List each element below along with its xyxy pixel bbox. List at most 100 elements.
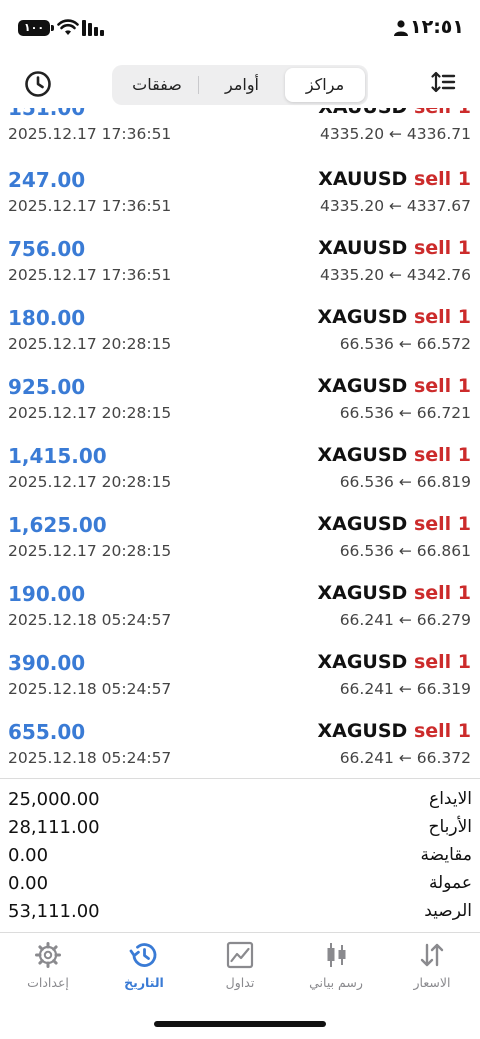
segmented-control: مراكز أوامر صفقات [112,65,368,105]
signal-icon [82,20,104,36]
position-row[interactable]: 1,415.00 2025.12.17 20:28:15 XAGUSD sell… [0,444,480,513]
summary-value: 0.00 [8,873,49,894]
position-prices: 4335.20 ← 4336.71 [319,125,471,143]
summary-row-swap: 0.00 مقايضة [0,842,480,870]
position-datetime: 2025.12.17 20:28:15 [8,335,172,353]
summary-value: 28,111.00 [8,817,100,838]
summary-label: الرصيد [424,901,472,921]
summary-divider [0,778,480,779]
tab-history[interactable]: التاريخ [96,941,192,1001]
position-symbol: XAGUSD sell 1 [317,513,471,535]
position-profit: 180.00 [8,306,86,330]
position-prices: 66.536 ← 66.572 [339,335,471,353]
position-side: sell 1 [413,582,471,604]
summary-value: 25,000.00 [8,789,100,810]
position-side: sell 1 [413,513,471,535]
position-profit: 190.00 [8,582,86,606]
position-prices: 4335.20 ← 4337.67 [319,197,471,215]
position-prices: 66.536 ← 66.819 [339,473,471,491]
position-side: sell 1 [413,720,471,742]
position-profit: 655.00 [8,720,86,744]
symbol-name: XAGUSD [317,375,408,397]
tab-settings[interactable]: إعدادات [0,941,96,1001]
position-profit: 390.00 [8,651,86,675]
position-symbol: XAGUSD sell 1 [317,720,471,742]
summary-row-balance: 53,111.00 الرصيد [0,898,480,926]
position-row[interactable]: 247.00 2025.12.17 17:36:51 XAUUSD sell 1… [0,168,480,237]
position-row[interactable]: 925.00 2025.12.17 20:28:15 XAGUSD sell 1… [0,375,480,444]
position-datetime: 2025.12.17 17:36:51 [8,266,172,284]
header: مراكز أوامر صفقات [0,58,480,108]
symbol-name: XAGUSD [317,513,408,535]
position-row[interactable]: 655.00 2025.12.18 05:24:57 XAGUSD sell 1… [0,720,480,778]
position-row[interactable]: 756.00 2025.12.17 17:36:51 XAUUSD sell 1… [0,237,480,306]
tab-chart[interactable]: رسم بياني [288,941,384,1001]
position-symbol: XAGUSD sell 1 [317,651,471,673]
position-side: sell 1 [413,444,471,466]
summary-label: عمولة [428,873,472,893]
position-prices: 4335.20 ← 4342.76 [319,266,471,284]
symbol-name: XAGUSD [317,651,408,673]
clock-icon[interactable] [24,70,52,98]
position-datetime: 2025.12.17 20:28:15 [8,542,172,560]
position-datetime: 2025.12.18 05:24:57 [8,749,172,767]
position-symbol: XAGUSD sell 1 [317,375,471,397]
position-symbol: XAUUSD sell 1 [318,237,471,259]
position-prices: 66.241 ← 66.372 [339,749,471,767]
symbol-name: XAGUSD [317,720,408,742]
position-symbol: XAGUSD sell 1 [317,306,471,328]
position-row[interactable]: 390.00 2025.12.18 05:24:57 XAGUSD sell 1… [0,651,480,720]
positions-list[interactable]: 151.00 2025.12.17 17:36:51 XAUUSD sell 1… [0,108,480,778]
summary-label: الأرباح [428,817,472,837]
summary-row-deposit: 25,000.00 الايداع [0,786,480,814]
sort-icon[interactable] [430,70,456,96]
summary-label: الايداع [429,789,472,809]
chart-icon [226,941,254,969]
history-icon [129,943,157,967]
symbol-name: XAUUSD [318,108,407,118]
position-profit: 247.00 [8,168,86,192]
home-indicator[interactable] [154,1021,326,1027]
position-profit: 1,415.00 [8,444,107,468]
tab-trade[interactable]: تداول [192,941,288,1001]
position-row[interactable]: 151.00 2025.12.17 17:36:51 XAUUSD sell 1… [0,108,480,165]
position-datetime: 2025.12.17 17:36:51 [8,125,172,143]
position-datetime: 2025.12.17 20:28:15 [8,404,172,422]
position-side: sell 1 [413,375,471,397]
position-side: sell 1 [413,651,471,673]
segment-positions[interactable]: مراكز [285,68,365,102]
gear-icon [35,942,61,968]
segment-deals[interactable]: صفقات [115,68,199,102]
position-prices: 66.241 ← 66.279 [339,611,471,629]
tab-label: رسم بياني [309,975,363,990]
tab-label: الاسعار [413,975,451,990]
position-datetime: 2025.12.17 20:28:15 [8,473,172,491]
position-symbol: XAGUSD sell 1 [317,582,471,604]
status-bar: ١٠٠ ١٢:٥١ [0,0,480,58]
position-side: sell 1 [413,237,471,259]
summary-label: مقايضة [420,845,472,865]
tab-label: تداول [225,975,255,990]
position-side: sell 1 [413,306,471,328]
tab-label: التاريخ [124,975,164,990]
tab-quotes[interactable]: الاسعار [384,941,480,1001]
summary-value: 0.00 [8,845,49,866]
summary-value: 53,111.00 [8,901,100,922]
summary-row-commission: 0.00 عمولة [0,870,480,898]
symbol-name: XAUUSD [318,237,408,259]
position-row[interactable]: 190.00 2025.12.18 05:24:57 XAGUSD sell 1… [0,582,480,651]
position-side: sell 1 [413,168,471,190]
position-profit: 1,625.00 [8,513,107,537]
position-row[interactable]: 1,625.00 2025.12.17 20:28:15 XAGUSD sell… [0,513,480,582]
wifi-icon [57,19,79,35]
position-row[interactable]: 180.00 2025.12.17 20:28:15 XAGUSD sell 1… [0,306,480,375]
candlestick-icon [327,943,346,967]
symbol-name: XAGUSD [317,444,408,466]
tab-label: إعدادات [27,975,69,990]
position-symbol: XAUUSD sell 1 [318,168,471,190]
position-datetime: 2025.12.18 05:24:57 [8,680,172,698]
position-profit: 756.00 [8,237,86,261]
symbol-name: XAGUSD [317,306,408,328]
symbol-name: XAGUSD [317,582,408,604]
segment-orders[interactable]: أوامر [202,68,282,102]
